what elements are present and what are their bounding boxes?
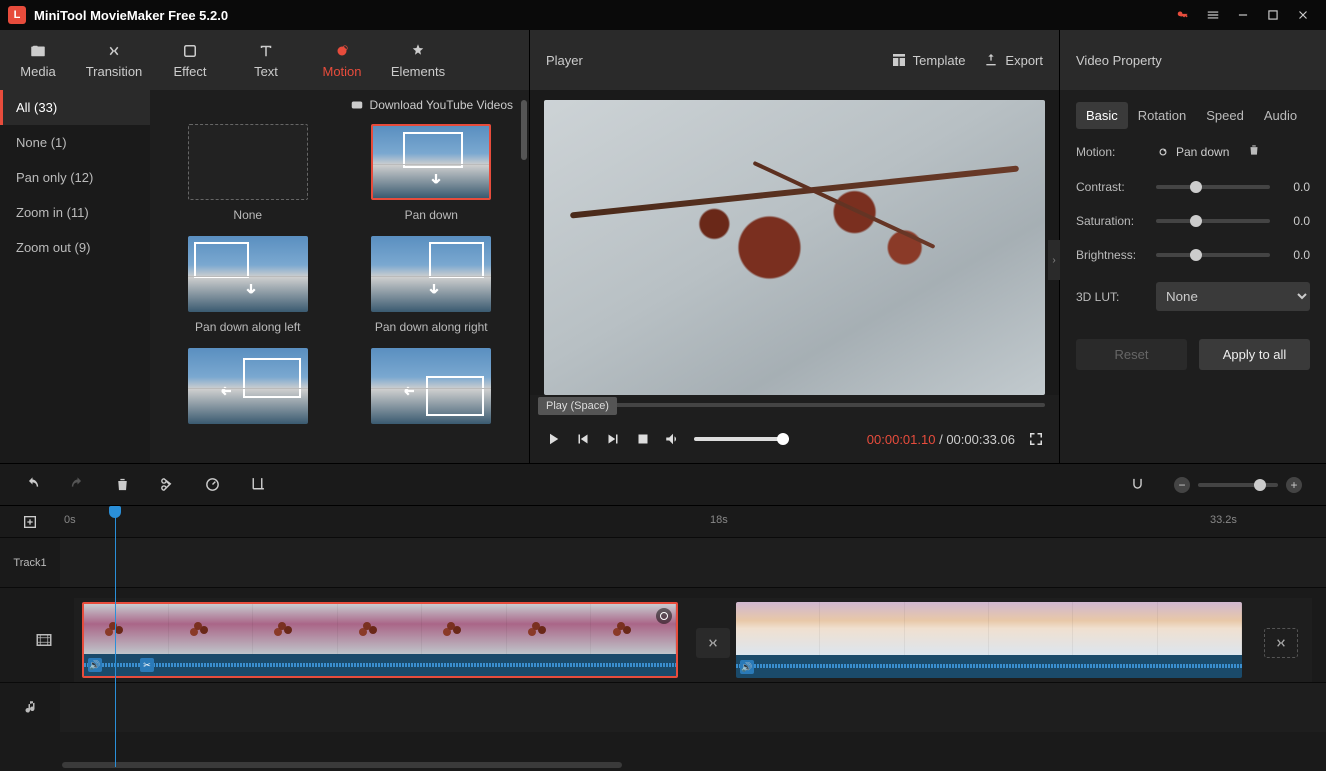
category-item[interactable]: All (33) [0,90,150,125]
properties-title: Video Property [1060,30,1326,90]
stop-button[interactable] [634,430,652,448]
slider[interactable] [1156,185,1270,189]
undo-button[interactable] [24,476,41,493]
libtab-transition[interactable]: Transition [76,30,152,90]
motion-grid: NonePan downPan down along leftPan down … [150,120,529,463]
video-preview[interactable] [530,90,1059,395]
prop-tab-speed[interactable]: Speed [1196,102,1254,129]
delete-clip-button[interactable] [114,476,131,493]
zoom-control: − + [1174,477,1302,493]
category-item[interactable]: Pan only (12) [0,160,150,195]
maximize-button[interactable] [1258,0,1288,30]
clip-audio-icon: 🔊 [740,660,754,674]
library-scrollbar[interactable] [521,100,527,160]
libtab-effect[interactable]: Effect [152,30,228,90]
motion-row: Motion: Pan down [1060,133,1326,170]
close-button[interactable] [1288,0,1318,30]
motion-value: Pan down [1156,145,1229,159]
app-logo-icon: L [8,6,26,24]
playhead[interactable] [115,506,116,767]
snap-icon[interactable] [1129,476,1146,493]
library-panel: MediaTransitionEffectTextMotionElements … [0,30,530,463]
volume-icon[interactable] [664,430,682,448]
transition-slot-1[interactable] [696,628,730,658]
lut-row: 3D LUT: None [1060,272,1326,321]
minimize-button[interactable] [1228,0,1258,30]
video-track: 🔊 ✂ 🔊 [0,587,1326,682]
slider[interactable] [1156,253,1270,257]
track-header-row: Track1 [0,537,1326,587]
menu-icon[interactable] [1198,0,1228,30]
libtab-elements[interactable]: Elements [380,30,456,90]
title-bar: L MiniTool MovieMaker Free 5.2.0 [0,0,1326,30]
motion-preset[interactable] [350,348,514,432]
libtab-motion[interactable]: Motion [304,30,380,90]
prop-tab-basic[interactable]: Basic [1076,102,1128,129]
prop-tab-rotation[interactable]: Rotation [1128,102,1196,129]
export-button[interactable]: Export [983,52,1043,68]
speed-button[interactable] [204,476,221,493]
volume-slider[interactable] [694,437,789,441]
timeline-panel: − + 0s 18s 33.2s Track1 🔊 ✂ [0,463,1326,771]
delete-motion-button[interactable] [1247,143,1261,160]
libtab-media[interactable]: Media [0,30,76,90]
video-clip-1[interactable]: 🔊 ✂ [82,602,678,678]
key-icon[interactable] [1168,0,1198,30]
slider-row: Saturation:0.0 [1060,204,1326,238]
motion-preset[interactable]: Pan down along left [166,236,330,334]
apply-all-button[interactable]: Apply to all [1199,339,1310,370]
slider[interactable] [1156,219,1270,223]
timeline-scrollbar[interactable] [0,759,1326,771]
motion-preset[interactable] [166,348,330,432]
motion-preset[interactable]: Pan down along right [350,236,514,334]
category-list: All (33)None (1)Pan only (12)Zoom in (11… [0,90,150,463]
video-track-icon [14,598,74,682]
crop-button[interactable] [249,476,266,493]
template-button[interactable]: Template [891,52,966,68]
play-tooltip: Play (Space) [538,397,617,415]
lut-select[interactable]: None [1156,282,1310,311]
fullscreen-button[interactable] [1027,430,1045,448]
next-frame-button[interactable] [604,430,622,448]
zoom-out-button[interactable]: − [1174,477,1190,493]
track-label: Track1 [0,538,60,587]
category-item[interactable]: Zoom out (9) [0,230,150,265]
properties-panel: › Video Property BasicRotationSpeedAudio… [1060,30,1326,463]
audio-track [0,682,1326,732]
slider-row: Brightness:0.0 [1060,238,1326,272]
app-title: MiniTool MovieMaker Free 5.2.0 [34,8,228,23]
prop-tab-audio[interactable]: Audio [1254,102,1307,129]
zoom-slider[interactable] [1198,483,1278,487]
prev-frame-button[interactable] [574,430,592,448]
motion-preset[interactable]: None [166,124,330,222]
category-item[interactable]: Zoom in (11) [0,195,150,230]
clip-motion-badge [656,608,672,624]
split-button[interactable] [159,476,176,493]
redo-button[interactable] [69,476,86,493]
library-tabs: MediaTransitionEffectTextMotionElements [0,30,529,90]
add-track-button[interactable] [0,506,60,537]
slider-row: Contrast:0.0 [1060,170,1326,204]
libtab-text[interactable]: Text [228,30,304,90]
collapse-panel-button[interactable]: › [1048,240,1060,280]
video-clip-2[interactable]: 🔊 [736,602,1242,678]
property-tabs: BasicRotationSpeedAudio [1060,90,1326,133]
reset-button[interactable]: Reset [1076,339,1187,370]
motion-preset[interactable]: Pan down [350,124,514,222]
download-youtube-link[interactable]: Download YouTube Videos [150,90,529,120]
play-button[interactable] [544,430,562,448]
zoom-in-button[interactable]: + [1286,477,1302,493]
timecode: 00:00:01.10 / 00:00:33.06 [867,432,1015,447]
clip-audio-icon: 🔊 [88,658,102,672]
audio-track-icon [0,683,60,732]
transition-slot-2[interactable] [1264,628,1298,658]
clip-split-badge: ✂ [140,658,154,672]
player-title: Player [546,53,873,68]
player-panel: Player Template Export Play (Space) [530,30,1060,463]
time-ruler[interactable]: 0s 18s 33.2s [60,506,1326,537]
category-item[interactable]: None (1) [0,125,150,160]
